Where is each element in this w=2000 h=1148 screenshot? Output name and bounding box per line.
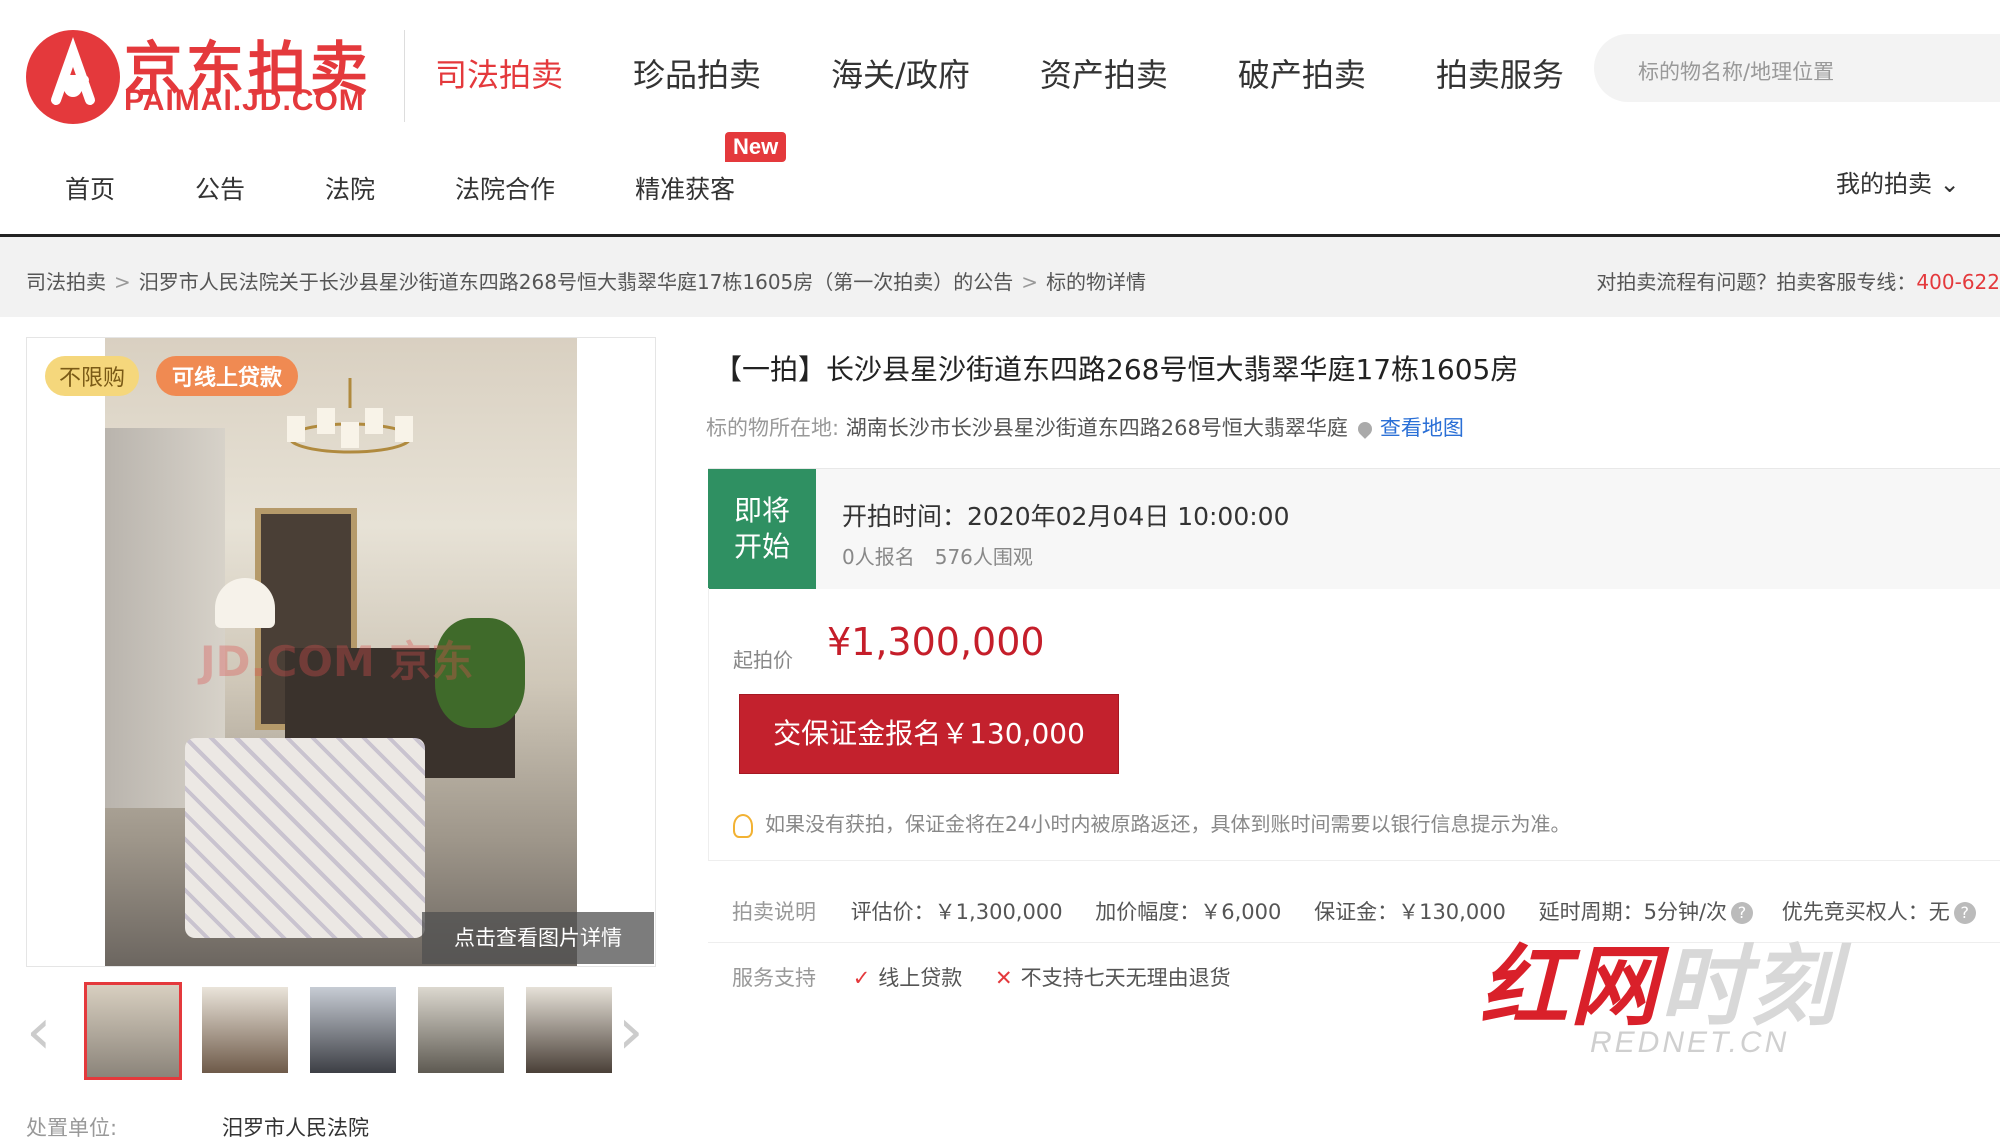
breadcrumb-judicial[interactable]: 司法拍卖: [26, 270, 106, 294]
starting-price-label: 起拍价: [733, 648, 793, 672]
rednet-watermark-logo: 红网时刻 REDNET.CN: [1480, 916, 1910, 1066]
refund-tip-text: 如果没有获拍，保证金将在24小时内被原路返还，具体到账时间需要以银行信息提示为准…: [765, 812, 1571, 836]
item-location: 标的物所在地: 湖南长沙市长沙县星沙街道东四路268号恒大翡翠华庭 查看地图: [706, 412, 1464, 442]
tag-online-loan: 可线上贷款: [156, 356, 299, 396]
auction-status-panel: 即将 开始 开拍时间：2020年02月04日 10:00:00 0人报名 576…: [708, 468, 2000, 589]
start-time: 开拍时间：2020年02月04日 10:00:00: [842, 502, 1290, 531]
sub-nav: 首页 公告 法院 法院合作 精准获客: [65, 170, 815, 206]
chevron-left-icon[interactable]: ‹: [26, 1000, 52, 1064]
my-auction-dropdown[interactable]: 我的拍卖 ⌄: [1836, 164, 1960, 199]
pay-deposit-register-button[interactable]: 交保证金报名￥130,000: [739, 694, 1119, 774]
chevron-right-icon: >: [1021, 270, 1039, 294]
disposal-unit-label: 处置单位:: [26, 1116, 118, 1140]
auction-info-label: 拍卖说明: [732, 900, 816, 924]
cross-icon: ✕: [994, 966, 1013, 990]
nav-customs-government[interactable]: 海关/政府: [831, 50, 970, 96]
disposal-unit-value: 汨罗市人民法院: [222, 1116, 369, 1140]
rednet-domain: REDNET.CN: [1590, 1026, 1790, 1059]
customer-service-hotline: 对拍卖流程有问题？拍卖客服专线：400-622: [1596, 266, 2000, 295]
starting-price: ¥1,300,000: [827, 620, 1045, 664]
thumbnail[interactable]: [200, 985, 290, 1075]
appraisal-value: 评估价：￥1,300,000: [850, 900, 1063, 924]
subnav-court[interactable]: 法院: [325, 170, 375, 206]
main-nav: 司法拍卖 珍品拍卖 海关/政府 资产拍卖 破产拍卖 拍卖服务: [435, 50, 1634, 96]
hotline-label: 对拍卖流程有问题？拍卖客服专线：: [1596, 270, 1917, 294]
map-pin-icon: [1354, 419, 1375, 439]
status-badge: 即将 开始: [708, 469, 816, 589]
breadcrumb-current: 标的物详情: [1046, 270, 1147, 294]
my-auction-label: 我的拍卖: [1836, 170, 1932, 198]
subnav-home[interactable]: 首页: [65, 170, 115, 206]
price-panel: 起拍价 ¥1,300,000 交保证金报名￥130,000 如果没有获拍，保证金…: [708, 588, 2000, 861]
thumbnail[interactable]: [84, 982, 182, 1080]
deposit-amount: 保证金：￥130,000: [1314, 900, 1506, 924]
chevron-right-icon[interactable]: ›: [618, 1000, 644, 1064]
location-label: 标的物所在地:: [706, 416, 840, 440]
rednet-brand: 红网: [1480, 935, 1661, 1038]
thumbnail-strip: [84, 982, 614, 1080]
service-online-loan: 线上贷款: [878, 966, 963, 990]
thumbnail[interactable]: [308, 985, 398, 1075]
rednet-brand-2: 时刻: [1660, 935, 1841, 1038]
service-support-row: 服务支持 ✓ 线上贷款 ✕ 不支持七天无理由退货: [732, 962, 1231, 992]
nav-judicial-auction[interactable]: 司法拍卖: [435, 50, 563, 96]
chandelier-graphic: [287, 378, 413, 454]
thumbnail[interactable]: [524, 985, 614, 1075]
service-support-label: 服务支持: [732, 966, 816, 990]
main-photo[interactable]: JD.COM 京东: [26, 337, 656, 967]
view-map-link[interactable]: 查看地图: [1380, 416, 1464, 440]
breadcrumb: 司法拍卖 > 汨罗市人民法院关于长沙县星沙街道东四路268号恒大翡翠华庭17栋160…: [26, 266, 1146, 295]
registration-counts: 0人报名 576人围观: [842, 545, 1033, 569]
page-title: 【一拍】长沙县星沙街道东四路268号恒大翡翠华庭17栋1605房: [714, 353, 1519, 386]
help-icon[interactable]: ?: [1953, 902, 1976, 924]
thumbnail[interactable]: [416, 985, 506, 1075]
logo-domain[interactable]: PAIMAI.JD.COM: [124, 84, 365, 118]
chevron-right-icon: >: [114, 270, 131, 294]
new-badge: New: [725, 132, 787, 162]
nav-asset-auction[interactable]: 资产拍卖: [1040, 50, 1168, 96]
view-photo-details-button[interactable]: 点击查看图片详情: [422, 912, 654, 964]
chevron-down-icon: ⌄: [1939, 170, 1960, 198]
subnav-precise-customer[interactable]: 精准获客: [635, 170, 735, 206]
check-icon: ✓: [852, 966, 871, 990]
hotline-number[interactable]: 400-622: [1916, 270, 2000, 294]
status-line-2: 开始: [733, 530, 790, 563]
nav-treasure-auction[interactable]: 珍品拍卖: [633, 50, 761, 96]
subnav-notice[interactable]: 公告: [195, 170, 245, 206]
nav-auction-service[interactable]: 拍卖服务: [1436, 50, 1564, 96]
subnav-court-cooperation[interactable]: 法院合作: [455, 170, 555, 206]
living-room-photo: JD.COM 京东: [105, 338, 577, 966]
breadcrumb-notice[interactable]: 汨罗市人民法院关于长沙县星沙街道东四路268号恒大翡翠华庭17栋1605房（第一…: [139, 270, 1014, 294]
photo-watermark: JD.COM 京东: [200, 637, 474, 686]
lightbulb-icon: [733, 813, 753, 838]
service-no-return: 不支持七天无理由退货: [1020, 966, 1231, 990]
jd-auction-logo-icon[interactable]: [26, 30, 120, 124]
location-address: 湖南长沙市长沙县星沙街道东四路268号恒大翡翠华庭: [845, 416, 1348, 440]
bid-increment: 加价幅度：￥6,000: [1095, 900, 1282, 924]
refund-tip: 如果没有获拍，保证金将在24小时内被原路返还，具体到账时间需要以银行信息提示为准…: [733, 808, 1570, 838]
search-placeholder: 标的物名称/地理位置: [1638, 60, 1835, 84]
search-input[interactable]: 标的物名称/地理位置: [1594, 34, 2000, 102]
nav-bankruptcy-auction[interactable]: 破产拍卖: [1238, 50, 1366, 96]
status-line-1: 即将: [733, 494, 790, 527]
tag-no-purchase-limit: 不限购: [45, 356, 140, 396]
logo-divider: [404, 30, 405, 122]
